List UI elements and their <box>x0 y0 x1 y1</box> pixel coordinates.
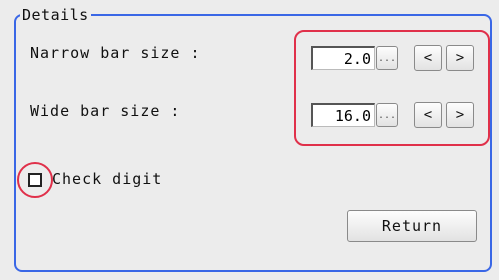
check-digit-checkbox[interactable] <box>28 173 42 187</box>
narrow-bar-size-label: Narrow bar size : <box>30 44 201 62</box>
narrow-bar-size-decrement-button[interactable]: < <box>414 45 442 71</box>
narrow-bar-size-field[interactable]: 2.0 <box>311 46 375 70</box>
narrow-bar-size-increment-button[interactable]: > <box>446 45 474 71</box>
wide-bar-size-label: Wide bar size : <box>30 102 181 120</box>
details-group-title: Details <box>20 6 91 24</box>
return-button[interactable]: Return <box>347 210 477 242</box>
narrow-bar-size-ellipsis-button[interactable]: ... <box>376 46 398 70</box>
wide-bar-size-ellipsis-button[interactable]: ... <box>376 103 398 127</box>
check-digit-label: Check digit <box>52 170 163 188</box>
wide-bar-size-decrement-button[interactable]: < <box>414 102 442 128</box>
wide-bar-size-increment-button[interactable]: > <box>446 102 474 128</box>
wide-bar-size-field[interactable]: 16.0 <box>311 103 375 127</box>
